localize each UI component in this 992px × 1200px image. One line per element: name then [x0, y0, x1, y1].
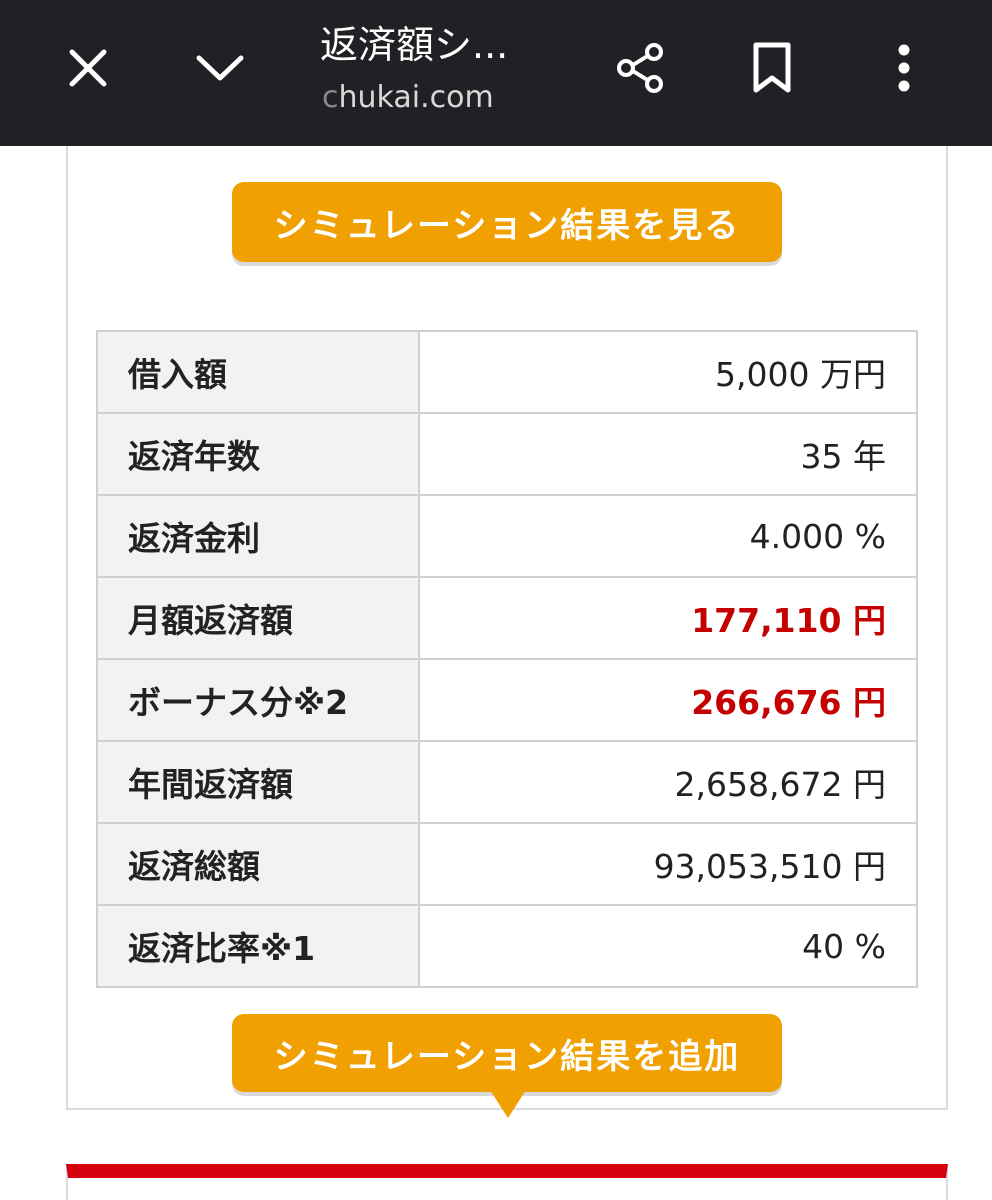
table-row: 借入額 5,000 万円 [96, 330, 918, 414]
table-row: 年間返済額 2,658,672 円 [96, 740, 918, 824]
more-menu-button[interactable] [866, 30, 942, 106]
browser-toolbar: 返済額シ... chukai.com [0, 0, 992, 146]
page-title: 返済額シ... [320, 23, 509, 67]
row-label: 月額返済額 [96, 576, 420, 660]
next-section-header [66, 1164, 948, 1200]
share-button[interactable] [602, 30, 678, 106]
table-row: 返済年数 35 年 [96, 412, 918, 496]
page-url[interactable]: chukai.com [322, 78, 582, 118]
row-label: 返済年数 [96, 412, 420, 496]
add-results-button[interactable]: シミュレーション結果を追加 [232, 1014, 782, 1092]
more-vert-icon [898, 44, 910, 92]
bookmark-button[interactable] [734, 30, 810, 106]
row-label: 返済金利 [96, 494, 420, 578]
results-table: 借入額 5,000 万円 返済年数 35 年 返済金利 4.000 % 月額返済… [96, 330, 918, 988]
row-label: 借入額 [96, 330, 420, 414]
collapse-button[interactable] [182, 30, 258, 106]
url-domain: hukai.com [338, 80, 494, 115]
table-row: 返済比率※1 40 % [96, 904, 918, 988]
close-button[interactable] [50, 30, 126, 106]
table-row: ボーナス分※2 266,676 円 [96, 658, 918, 742]
row-label: 年間返済額 [96, 740, 420, 824]
row-value: 4.000 % [418, 494, 918, 578]
chevron-down-icon [196, 55, 244, 81]
url-prefix: c [322, 80, 339, 115]
row-label: 返済総額 [96, 822, 420, 906]
row-value-highlight: 177,110 円 [418, 576, 918, 660]
bookmark-icon [753, 42, 791, 93]
view-results-button[interactable]: シミュレーション結果を見る [232, 182, 782, 262]
row-value: 35 年 [418, 412, 918, 496]
table-row: 返済総額 93,053,510 円 [96, 822, 918, 906]
button-pointer-arrow [490, 1090, 526, 1118]
row-value: 2,658,672 円 [418, 740, 918, 824]
row-value: 5,000 万円 [418, 330, 918, 414]
table-row: 月額返済額 177,110 円 [96, 576, 918, 660]
share-icon [617, 43, 663, 93]
row-label: 返済比率※1 [96, 904, 420, 988]
table-row: 返済金利 4.000 % [96, 494, 918, 578]
row-value: 40 % [418, 904, 918, 988]
row-label: ボーナス分※2 [96, 658, 420, 742]
row-value: 93,053,510 円 [418, 822, 918, 906]
row-value-highlight: 266,676 円 [418, 658, 918, 742]
close-icon [69, 49, 107, 87]
